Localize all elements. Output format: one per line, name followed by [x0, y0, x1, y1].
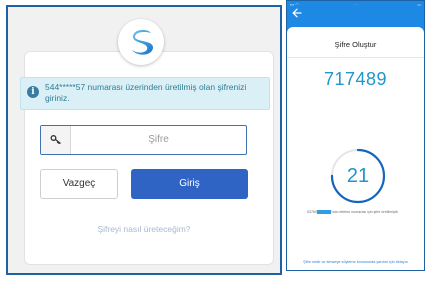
cancel-button[interactable]: Vazgeç — [40, 169, 118, 199]
info-message: i 544*****57 numarası üzerinden üretilmi… — [20, 77, 270, 110]
countdown-value: 21 — [346, 165, 370, 187]
note-suffix: 'nolu telefon numarası için şifre üretil… — [331, 210, 399, 214]
battery-icon: ▭ — [417, 2, 421, 7]
password-placeholder: Şifre — [148, 134, 169, 145]
masked-number — [317, 210, 331, 215]
help-link[interactable]: Şifreyi nasıl üreteceğim? — [40, 224, 248, 234]
phone-screen: ▪▪▪ ◠ ·· ▭ Şifre Oluştur 717489 21 53760… — [286, 0, 425, 271]
generation-note: 53760 'nolu telefon numarası için şifre ü… — [307, 210, 407, 215]
page-title: Şifre Oluştur — [334, 40, 377, 49]
info-text: 544*****57 numarası üzerinden üretilmiş … — [45, 82, 247, 103]
phone-content: Şifre Oluştur 717489 21 53760 'nolu telef… — [287, 27, 424, 270]
password-field[interactable]: Şifre — [40, 125, 247, 155]
note-prefix: 53760 — [307, 210, 317, 214]
back-arrow-icon[interactable] — [291, 7, 303, 19]
key-icon — [41, 126, 71, 154]
info-icon: i — [27, 86, 39, 98]
bank-logo — [118, 19, 164, 65]
status-time-icon: ·· — [354, 2, 357, 7]
status-bar: ▪▪▪ ◠ ·· ▭ — [287, 1, 424, 8]
help-bottom-link[interactable]: Şifre nedir ve kimseye söyleme konusunda… — [287, 260, 424, 264]
logo-s-icon — [132, 29, 154, 55]
countdown-timer: 21 — [329, 147, 387, 205]
otp-code: 717489 — [323, 69, 388, 89]
divider — [287, 57, 424, 58]
login-button[interactable]: Giriş — [131, 169, 248, 199]
